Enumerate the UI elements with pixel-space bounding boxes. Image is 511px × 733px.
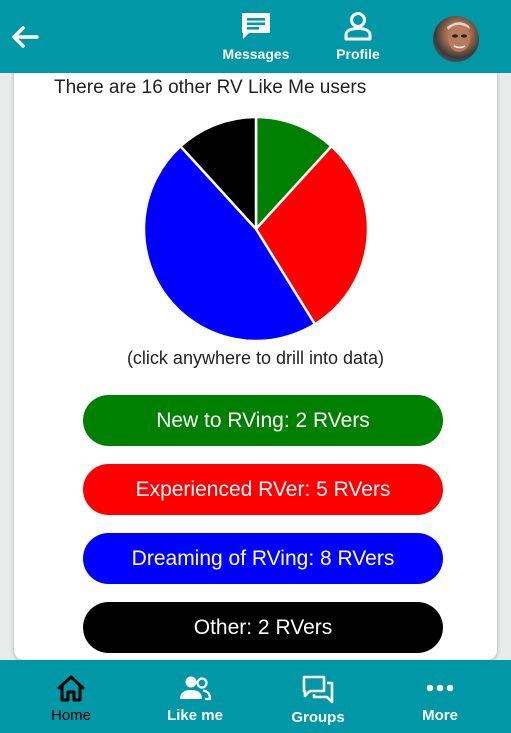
- messages-button[interactable]: Messages: [216, 8, 296, 68]
- other-button[interactable]: Other: 2 RVers: [83, 602, 443, 653]
- messages-icon: [242, 13, 270, 39]
- profile-button[interactable]: Profile: [318, 8, 398, 68]
- rv-users-pie-chart[interactable]: [140, 113, 372, 345]
- profile-icon: [344, 12, 372, 41]
- profile-label: Profile: [336, 46, 380, 62]
- nav-groups-label: Groups: [291, 709, 345, 726]
- nav-more-label: More: [422, 707, 458, 724]
- page-title: There are 16 other RV Like Me users: [54, 77, 367, 98]
- nav-more[interactable]: More: [385, 660, 495, 733]
- dreaming-of-rving-button[interactable]: Dreaming of RVing: 8 RVers: [83, 533, 443, 584]
- bottom-nav: Home Like me Groups More: [0, 660, 511, 733]
- groups-icon: [302, 675, 334, 704]
- nav-groups[interactable]: Groups: [263, 660, 373, 733]
- nav-like-me-label: Like me: [167, 707, 223, 724]
- nav-like-me[interactable]: Like me: [140, 660, 250, 733]
- nav-home-label: Home: [50, 707, 91, 724]
- messages-label: Messages: [222, 46, 290, 62]
- experienced-rver-button[interactable]: Experienced RVer: 5 RVers: [83, 464, 443, 515]
- avatar[interactable]: [433, 16, 479, 62]
- home-icon: [57, 675, 85, 702]
- drill-hint: (click anywhere to drill into data): [126, 348, 385, 368]
- new-to-rving-button[interactable]: New to RVing: 2 RVers: [83, 395, 443, 446]
- people-icon: [180, 676, 212, 701]
- more-dots-icon: [426, 684, 454, 692]
- top-bar: Messages Profile: [0, 0, 511, 73]
- back-arrow-icon[interactable]: [8, 20, 42, 54]
- nav-home[interactable]: Home: [16, 660, 126, 733]
